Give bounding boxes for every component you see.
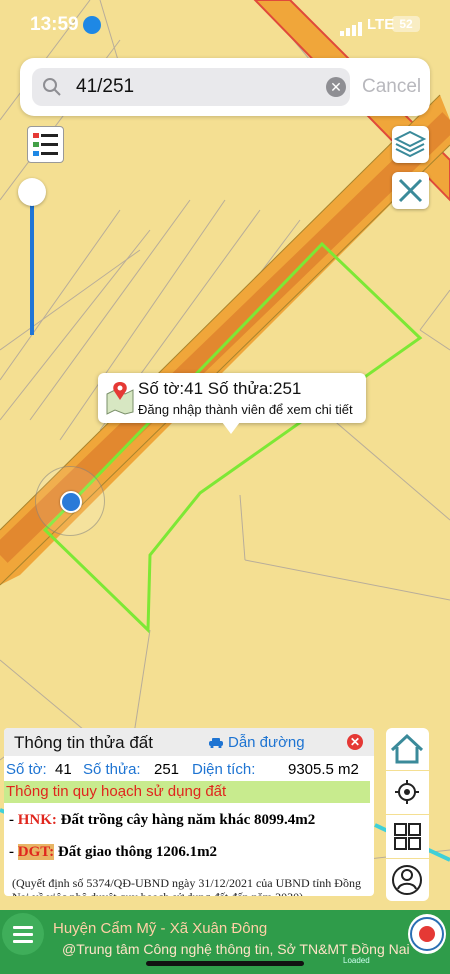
home-button[interactable]	[386, 728, 429, 770]
department-logo	[408, 914, 446, 954]
parcel-info-panel: Thông tin thửa đất Dẫn đường ✕ Số tờ: 41…	[4, 728, 374, 896]
opacity-slider-knob[interactable]	[18, 178, 46, 206]
map-pin-icon	[106, 382, 134, 415]
directions-link[interactable]: Dẫn đường	[228, 734, 305, 751]
land-use-code: HNK:	[17, 812, 57, 828]
planning-header: Thông tin quy hoạch sử dụng đất	[4, 781, 370, 803]
planning-decision: (Quyết định số 5374/QĐ-UBND ngày 31/12/2…	[12, 876, 361, 896]
search-bar: ✕ Cancel	[20, 58, 430, 116]
load-status: Loaded	[343, 956, 370, 965]
map-grid-button[interactable]	[386, 815, 429, 858]
parcel-summary: Số tờ: 41 Số thửa: 251 Diện tích: 9305.5…	[4, 759, 374, 781]
close-icon[interactable]: ✕	[347, 734, 363, 750]
area-label: Diện tích:	[192, 761, 256, 778]
clock: 13:59	[30, 14, 79, 35]
locate-me-button[interactable]	[386, 771, 429, 814]
search-field[interactable]: ✕	[32, 68, 350, 106]
battery-icon: 52	[392, 16, 420, 32]
popup-title: Số tờ:41 Số thửa:251	[138, 379, 302, 398]
user-icon	[392, 865, 422, 895]
land-use-item: - DGT: Đất giao thông 1206.1m2	[9, 844, 218, 860]
location-arrow-icon	[83, 16, 101, 34]
sheet-value: 41	[55, 761, 72, 778]
map-grid-icon	[394, 823, 421, 850]
search-input[interactable]	[74, 75, 328, 99]
panel-title: Thông tin thửa đất	[14, 733, 153, 752]
layers-icon	[393, 130, 427, 158]
hamburger-icon	[13, 926, 33, 943]
cancel-button[interactable]: Cancel	[362, 76, 421, 98]
home-indicator	[146, 961, 304, 966]
popup-subtitle[interactable]: Đăng nhập thành viên để xem chi tiết	[138, 402, 353, 417]
parcel-label: Số thửa:	[83, 761, 141, 778]
user-button[interactable]	[386, 859, 429, 901]
measure-button[interactable]	[392, 172, 429, 209]
home-icon	[390, 733, 424, 764]
current-location-dot	[60, 491, 82, 513]
menu-button[interactable]	[2, 913, 44, 955]
clear-icon[interactable]: ✕	[326, 77, 346, 97]
legend-button[interactable]	[27, 126, 64, 163]
parcel-popup[interactable]: Số tờ:41 Số thửa:251 Đăng nhập thành viê…	[98, 373, 366, 434]
signal-icon	[340, 18, 364, 36]
footer-bar: Huyện Cẩm Mỹ - Xã Xuân Đông @Trung tâm C…	[0, 910, 450, 974]
network-type: LTE	[367, 16, 395, 33]
parcel-value: 251	[154, 761, 180, 778]
area-value: 9305.5 m2	[288, 761, 359, 778]
layers-button[interactable]	[392, 126, 429, 163]
status-bar: 13:59 LTE 52	[0, 10, 450, 40]
search-icon	[43, 78, 61, 96]
legend-icon	[33, 133, 58, 156]
crosshair-icon	[395, 780, 419, 804]
land-use-item: - HNK: Đất trồng cây hàng năm khác 8099.…	[9, 812, 316, 828]
land-use-code: DGT:	[17, 844, 55, 860]
panel-header: Thông tin thửa đất Dẫn đường ✕	[4, 728, 374, 756]
credit-label: @Trung tâm Công nghệ thông tin, Sở TN&MT…	[62, 941, 410, 957]
sheet-label: Số tờ:	[6, 761, 47, 778]
ruler-pencil-icon	[398, 178, 423, 203]
car-icon	[209, 738, 223, 748]
opacity-slider-track[interactable]	[30, 190, 34, 335]
district-label: Huyện Cẩm Mỹ - Xã Xuân Đông	[53, 920, 268, 937]
